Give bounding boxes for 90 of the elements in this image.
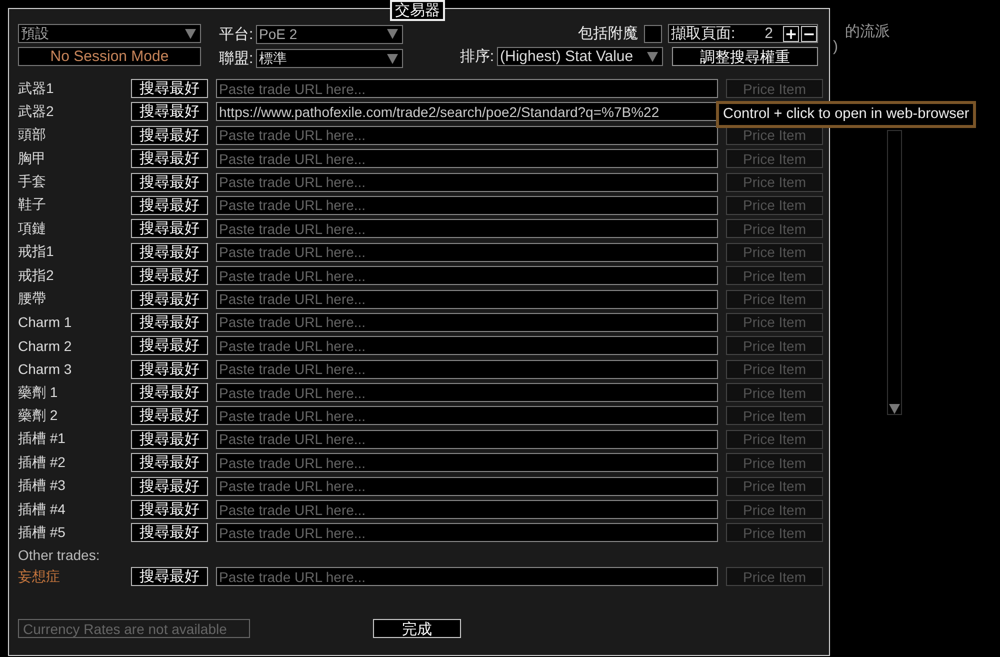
currency-status: Currency Rates are not available xyxy=(18,619,250,638)
slot-label: Charm 3 xyxy=(18,361,73,378)
slot-label: 戒指2 xyxy=(18,266,55,285)
url-field[interactable]: Paste trade URL here... xyxy=(216,172,718,192)
url-field[interactable]: Paste trade URL here... xyxy=(216,453,718,472)
url-field[interactable]: Paste trade URL here... xyxy=(216,406,718,426)
other-trades-label: Other trades: xyxy=(18,546,101,564)
dialog-title: 交易器 xyxy=(390,0,445,21)
url-field[interactable]: Paste trade URL here... xyxy=(216,266,718,286)
league-label: 聯盟: xyxy=(219,49,254,68)
url-field[interactable]: Paste trade URL here... xyxy=(216,500,718,520)
search-best-button[interactable]: 搜尋最好 xyxy=(131,242,208,262)
search-best-button[interactable]: 搜尋最好 xyxy=(131,79,208,98)
league-dropdown[interactable]: 標準 xyxy=(256,49,403,68)
slot-label: Charm 2 xyxy=(18,338,73,354)
search-best-button[interactable]: 搜尋最好 xyxy=(131,430,208,449)
search-best-button[interactable]: 搜尋最好 xyxy=(131,196,208,215)
scrollbar[interactable] xyxy=(887,130,902,415)
sort-dropdown[interactable]: (Highest) Stat Value xyxy=(497,47,663,66)
url-field[interactable]: https://www.pathofexile.com/trade2/search/poe2/Standard?q=%7B%22 xyxy=(216,102,718,122)
tooltip: Control + click to open in web-browser xyxy=(716,101,976,128)
url-field[interactable]: Paste trade URL here... xyxy=(216,523,718,542)
search-best-button[interactable]: 搜尋最好 xyxy=(131,290,208,309)
url-field[interactable]: Paste trade URL here... xyxy=(216,196,718,215)
url-field[interactable]: Paste trade URL here... xyxy=(216,360,718,379)
url-field[interactable]: Paste trade URL here... xyxy=(216,336,718,356)
fetch-pages-field[interactable]: 擷取頁面: 2 + − xyxy=(668,24,818,43)
dropdown-arrow-icon xyxy=(387,29,398,40)
search-best-button[interactable]: 搜尋最好 xyxy=(131,360,208,379)
slot-label: 藥劑 1 xyxy=(18,384,59,402)
adjust-weights-button[interactable]: 調整搜尋權重 xyxy=(672,47,818,66)
url-field[interactable]: Paste trade URL here... xyxy=(216,312,718,332)
url-field[interactable]: Paste trade URL here... xyxy=(216,242,718,262)
background-text: 的流派 xyxy=(845,22,890,41)
slot-label: 頭部 xyxy=(18,126,47,144)
platform-dropdown[interactable]: PoE 2 xyxy=(256,24,403,44)
search-best-button[interactable]: 搜尋最好 xyxy=(131,102,208,122)
search-best-button[interactable]: 搜尋最好 xyxy=(131,266,208,286)
slot-label: 插槽 #2 xyxy=(18,454,66,472)
search-best-button[interactable]: 搜尋最好 xyxy=(131,312,208,332)
slot-label: 項鏈 xyxy=(18,220,47,238)
slot-label: 妄想症 xyxy=(18,568,61,586)
search-best-button[interactable]: 搜尋最好 xyxy=(131,500,208,520)
slot-label: Charm 1 xyxy=(18,314,73,330)
url-field[interactable]: Paste trade URL here... xyxy=(216,476,718,496)
search-best-button[interactable]: 搜尋最好 xyxy=(131,149,208,168)
url-field[interactable]: Paste trade URL here... xyxy=(216,290,718,309)
slot-label: 插槽 #4 xyxy=(18,500,66,519)
background-text: ) xyxy=(833,38,838,55)
preset-dropdown[interactable]: 預設 xyxy=(18,24,201,43)
search-best-button[interactable]: 搜尋最好 xyxy=(131,523,208,542)
slot-label: 胸甲 xyxy=(18,150,47,168)
slot-label: 武器2 xyxy=(18,102,55,121)
url-field[interactable]: Paste trade URL here... xyxy=(216,567,718,586)
sort-label: 排序: xyxy=(460,47,494,66)
url-field[interactable]: Paste trade URL here... xyxy=(216,126,718,145)
slot-label: 插槽 #3 xyxy=(18,477,66,496)
dropdown-arrow-icon xyxy=(185,28,196,38)
plus-button[interactable]: + xyxy=(783,26,799,42)
session-mode-label: No Session Mode xyxy=(18,47,201,66)
url-field[interactable]: Paste trade URL here... xyxy=(216,219,718,238)
url-field[interactable]: Paste trade URL here... xyxy=(216,79,718,98)
include-enchants-label: 包括附魔 xyxy=(578,24,638,43)
slot-label: 手套 xyxy=(18,173,47,192)
search-best-button[interactable]: 搜尋最好 xyxy=(131,453,208,472)
slot-label: 插槽 #5 xyxy=(18,524,66,542)
search-best-button[interactable]: 搜尋最好 xyxy=(131,406,208,426)
done-button[interactable]: 完成 xyxy=(373,619,461,638)
search-best-button[interactable]: 搜尋最好 xyxy=(131,383,208,402)
url-field[interactable]: Paste trade URL here... xyxy=(216,430,718,449)
slot-label: 鞋子 xyxy=(18,196,47,214)
search-best-button[interactable]: 搜尋最好 xyxy=(131,126,208,145)
minus-button[interactable]: − xyxy=(801,26,817,42)
platform-label: 平台: xyxy=(219,24,254,44)
slot-label: 武器1 xyxy=(18,80,55,98)
search-best-button[interactable]: 搜尋最好 xyxy=(131,219,208,238)
search-best-button[interactable]: 搜尋最好 xyxy=(131,476,208,496)
slot-label: 腰帶 xyxy=(18,290,47,308)
slot-label: 插槽 #1 xyxy=(18,430,66,448)
search-best-button[interactable]: 搜尋最好 xyxy=(131,336,208,356)
slot-label: 藥劑 2 xyxy=(18,406,59,425)
url-field[interactable]: Paste trade URL here... xyxy=(216,383,718,402)
dropdown-arrow-icon xyxy=(889,404,900,414)
slot-label: 戒指1 xyxy=(18,243,55,262)
dropdown-arrow-icon xyxy=(647,52,658,62)
url-field[interactable]: Paste trade URL here... xyxy=(216,149,718,168)
dropdown-arrow-icon xyxy=(387,54,398,64)
include-enchants-checkbox[interactable] xyxy=(644,24,662,42)
search-best-button[interactable]: 搜尋最好 xyxy=(131,567,208,586)
search-best-button[interactable]: 搜尋最好 xyxy=(131,172,208,192)
